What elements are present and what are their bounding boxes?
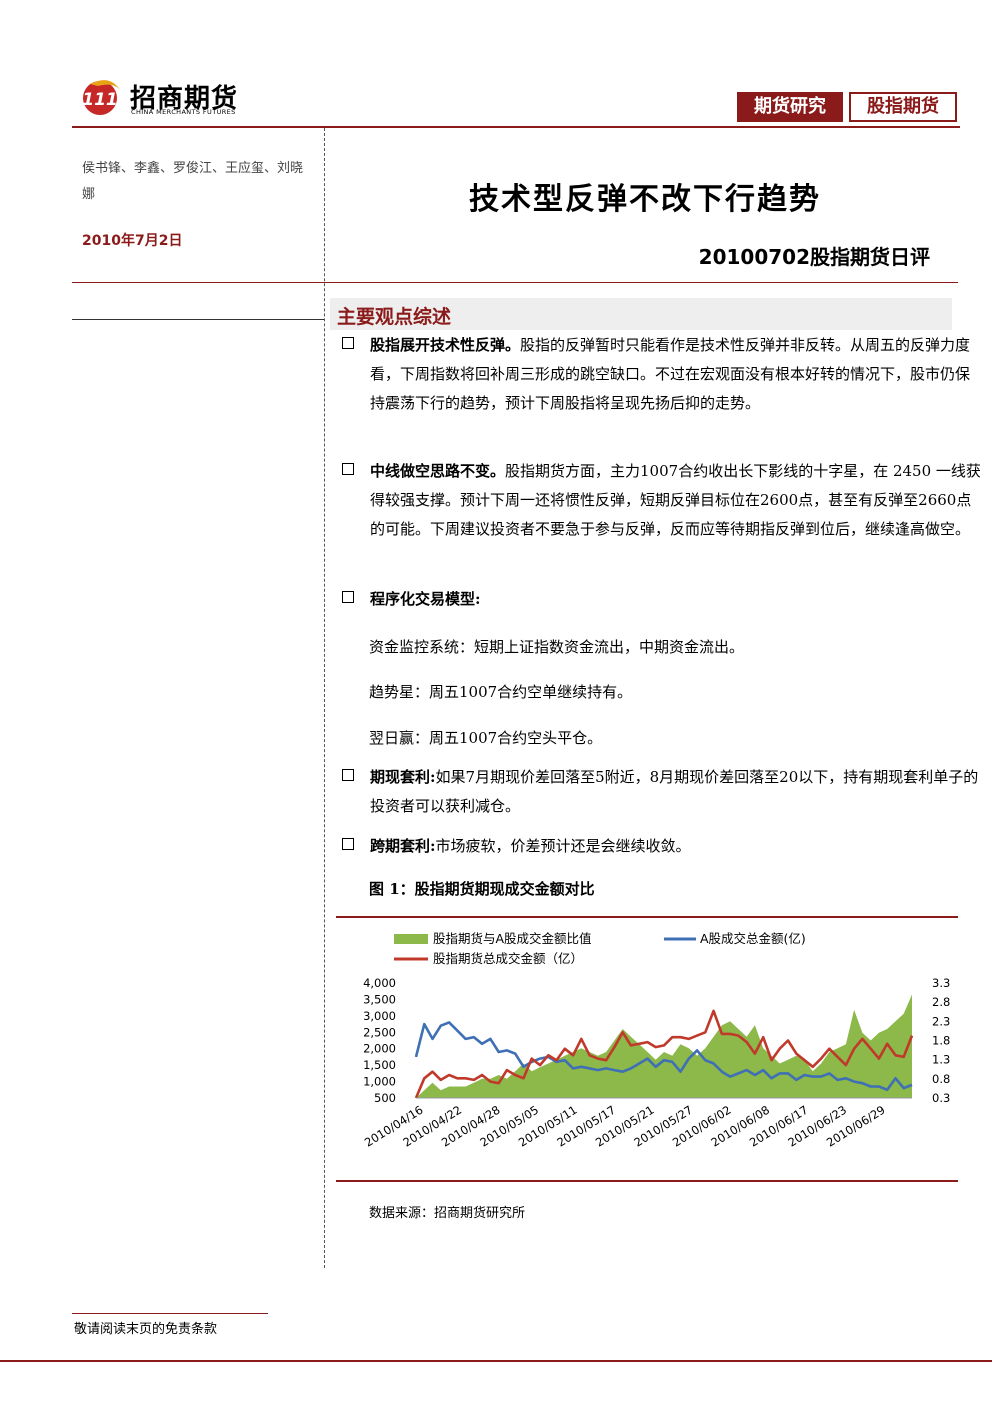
logo-emblem-icon: 111 [82,80,120,115]
y-left-tick-label: 2,500 [363,1025,396,1039]
checkbox-icon [342,838,354,850]
svg-text:111: 111 [82,90,118,110]
tab-index-futures[interactable]: 股指期货 [849,92,957,122]
model-line: 趋势星：周五1007合约空单继续持有。 [369,683,633,701]
data-source: 数据来源：招商期货研究所 [369,1206,526,1221]
y-right-tick-label: 3.3 [932,976,950,990]
y-left-tick-label: 1,500 [363,1058,396,1072]
point-item: 程序化交易模型: [342,585,982,614]
checkbox-icon [342,337,354,349]
checkbox-icon [342,591,354,603]
legend-swatch-ratio [394,934,428,944]
turnover-chart: 股指期货与A股成交金额比值 A股成交总金额(亿) 股指期货总成交金额（亿） 4,000… [362,931,950,1150]
y-right-tick-label: 0.3 [932,1091,950,1105]
y-left-tick-label: 1,000 [363,1075,396,1089]
title-rule [72,282,958,283]
column-divider [324,128,325,1268]
y-right-tick-label: 2.8 [932,995,950,1009]
tab-futures-research[interactable]: 期货研究 [737,92,843,122]
point-item: 中线做空思路不变。股指期货方面，主力1007合约收出长下影线的十字星，在 245… [342,457,982,544]
point-lead: 期现套利: [370,768,436,786]
authors: 侯书锋、李鑫、罗俊江、王应玺、刘晓娜 [82,161,304,202]
y-left-tick-label: 3,000 [363,1009,396,1023]
point-item: 股指展开技术性反弹。股指的反弹暂时只能看作是技术性反弹并非反转。从周五的反弹力度… [342,331,982,418]
header-rule [72,126,960,128]
checkbox-icon [342,769,354,781]
page-title: 技术型反弹不改下行趋势 [469,182,821,217]
logo-subtext: CHINA MERCHANTS FUTURES [131,108,236,116]
disclaimer-note: 敬请阅读末页的免责条款 [74,1322,218,1337]
point-lead: 中线做空思路不变。 [370,462,506,480]
y-right-tick-label: 1.3 [932,1053,950,1067]
y-right-tick-label: 1.8 [932,1034,950,1048]
point-lead: 程序化交易模型: [370,590,481,608]
report-date: 2010年7月2日 [82,233,183,249]
y-left-tick-label: 500 [374,1091,396,1105]
legend-label-a-share: A股成交总金额(亿) [700,931,806,946]
point-lead: 股指展开技术性反弹。 [370,336,521,354]
y-right-tick-label: 2.3 [932,1014,950,1028]
y-right-tick-label: 0.8 [932,1072,950,1086]
legend-label-futures: 股指期货总成交金额（亿） [433,951,583,966]
figure-rule-bottom [336,1180,958,1182]
point-item: 跨期套利:市场疲软，价差预计还是会继续收敛。 [342,832,982,861]
y-left-tick-label: 2,000 [363,1042,396,1056]
point-item: 期现套利:如果7月期现价差回落至5附近，8月期现价差回落至20以下，持有期现套利… [342,763,982,821]
point-lead: 跨期套利: [370,837,436,855]
page-subtitle: 20100702股指期货日评 [698,245,930,269]
legend-label-ratio: 股指期货与A股成交金额比值 [433,931,592,946]
model-line: 翌日赢：周五1007合约空头平仓。 [369,729,603,747]
footer-rule-short [72,1313,268,1314]
figure-title: 图 1：股指期货期现成交金额对比 [369,880,595,898]
figure-rule-top [336,916,958,918]
model-line: 资金监控系统：短期上证指数资金流出，中期资金流出。 [369,638,745,656]
y-left-tick-label: 4,000 [363,976,396,990]
sidebar-rule [72,319,324,320]
footer-rule [0,1360,992,1362]
y-left-tick-label: 3,500 [363,992,396,1006]
checkbox-icon [342,463,354,475]
point-text: 如果7月期现价差回落至5附近，8月期现价差回落至20以下，持有期现套利单子的投资… [370,768,979,815]
point-text: 市场疲软，价差预计还是会继续收敛。 [435,837,691,855]
section-title: 主要观点综述 [337,306,452,328]
